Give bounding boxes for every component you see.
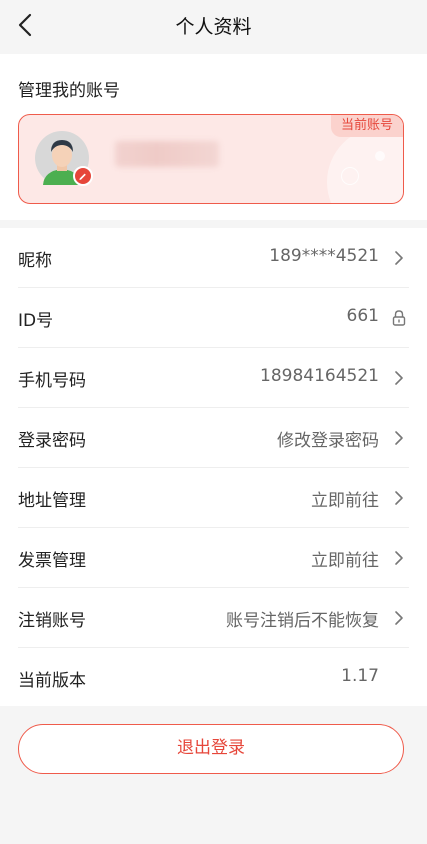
- account-section: 管理我的账号 当前账号: [0, 54, 427, 220]
- chevron-right-icon: [395, 431, 403, 445]
- decorative-circle: [327, 127, 403, 203]
- logout-button[interactable]: 退出登录: [18, 724, 404, 774]
- row-value: 修改登录密码: [277, 431, 379, 451]
- row-invoice[interactable]: 发票管理 立即前往: [0, 528, 427, 588]
- current-account-card[interactable]: 当前账号: [18, 114, 404, 204]
- row-label: 昵称: [18, 251, 52, 271]
- edit-avatar-icon[interactable]: [73, 166, 93, 186]
- row-label: 地址管理: [18, 491, 86, 511]
- decorative-dot: [375, 151, 385, 161]
- account-name-blurred: [115, 141, 219, 167]
- row-label: 注销账号: [18, 611, 86, 631]
- row-value: 189****4521: [269, 246, 379, 266]
- row-value: 661: [346, 306, 379, 326]
- row-nickname[interactable]: 昵称 189****4521: [0, 228, 427, 288]
- row-label: 当前版本: [18, 671, 86, 691]
- top-bar: 个人资料: [0, 0, 427, 50]
- row-login-password[interactable]: 登录密码 修改登录密码: [0, 408, 427, 468]
- decorative-ring: [341, 167, 359, 185]
- row-delete-account[interactable]: 注销账号 账号注销后不能恢复: [0, 588, 427, 648]
- row-label: 登录密码: [18, 431, 86, 451]
- row-label: 手机号码: [18, 371, 86, 391]
- row-label: 发票管理: [18, 551, 86, 571]
- row-address[interactable]: 地址管理 立即前往: [0, 468, 427, 528]
- row-value: 账号注销后不能恢复: [226, 611, 379, 631]
- chevron-right-icon: [395, 251, 403, 265]
- row-value: 1.17: [341, 666, 379, 686]
- chevron-right-icon: [395, 551, 403, 565]
- lock-icon: [392, 310, 406, 326]
- row-value: 立即前往: [311, 551, 379, 571]
- page-title: 个人资料: [175, 16, 252, 38]
- row-label: ID号: [18, 311, 54, 331]
- chevron-right-icon: [395, 371, 403, 385]
- account-section-label: 管理我的账号: [18, 81, 120, 101]
- row-phone[interactable]: 手机号码 18984164521: [0, 348, 427, 408]
- chevron-right-icon: [395, 491, 403, 505]
- row-value: 18984164521: [260, 366, 379, 386]
- chevron-right-icon: [395, 611, 403, 625]
- profile-settings-list: 昵称 189****4521 ID号 661 手机号码 18984164521 …: [0, 228, 427, 706]
- row-value: 立即前往: [311, 491, 379, 511]
- row-version: 当前版本 1.17: [0, 648, 427, 708]
- current-account-badge: 当前账号: [330, 115, 403, 137]
- row-id: ID号 661: [0, 288, 427, 348]
